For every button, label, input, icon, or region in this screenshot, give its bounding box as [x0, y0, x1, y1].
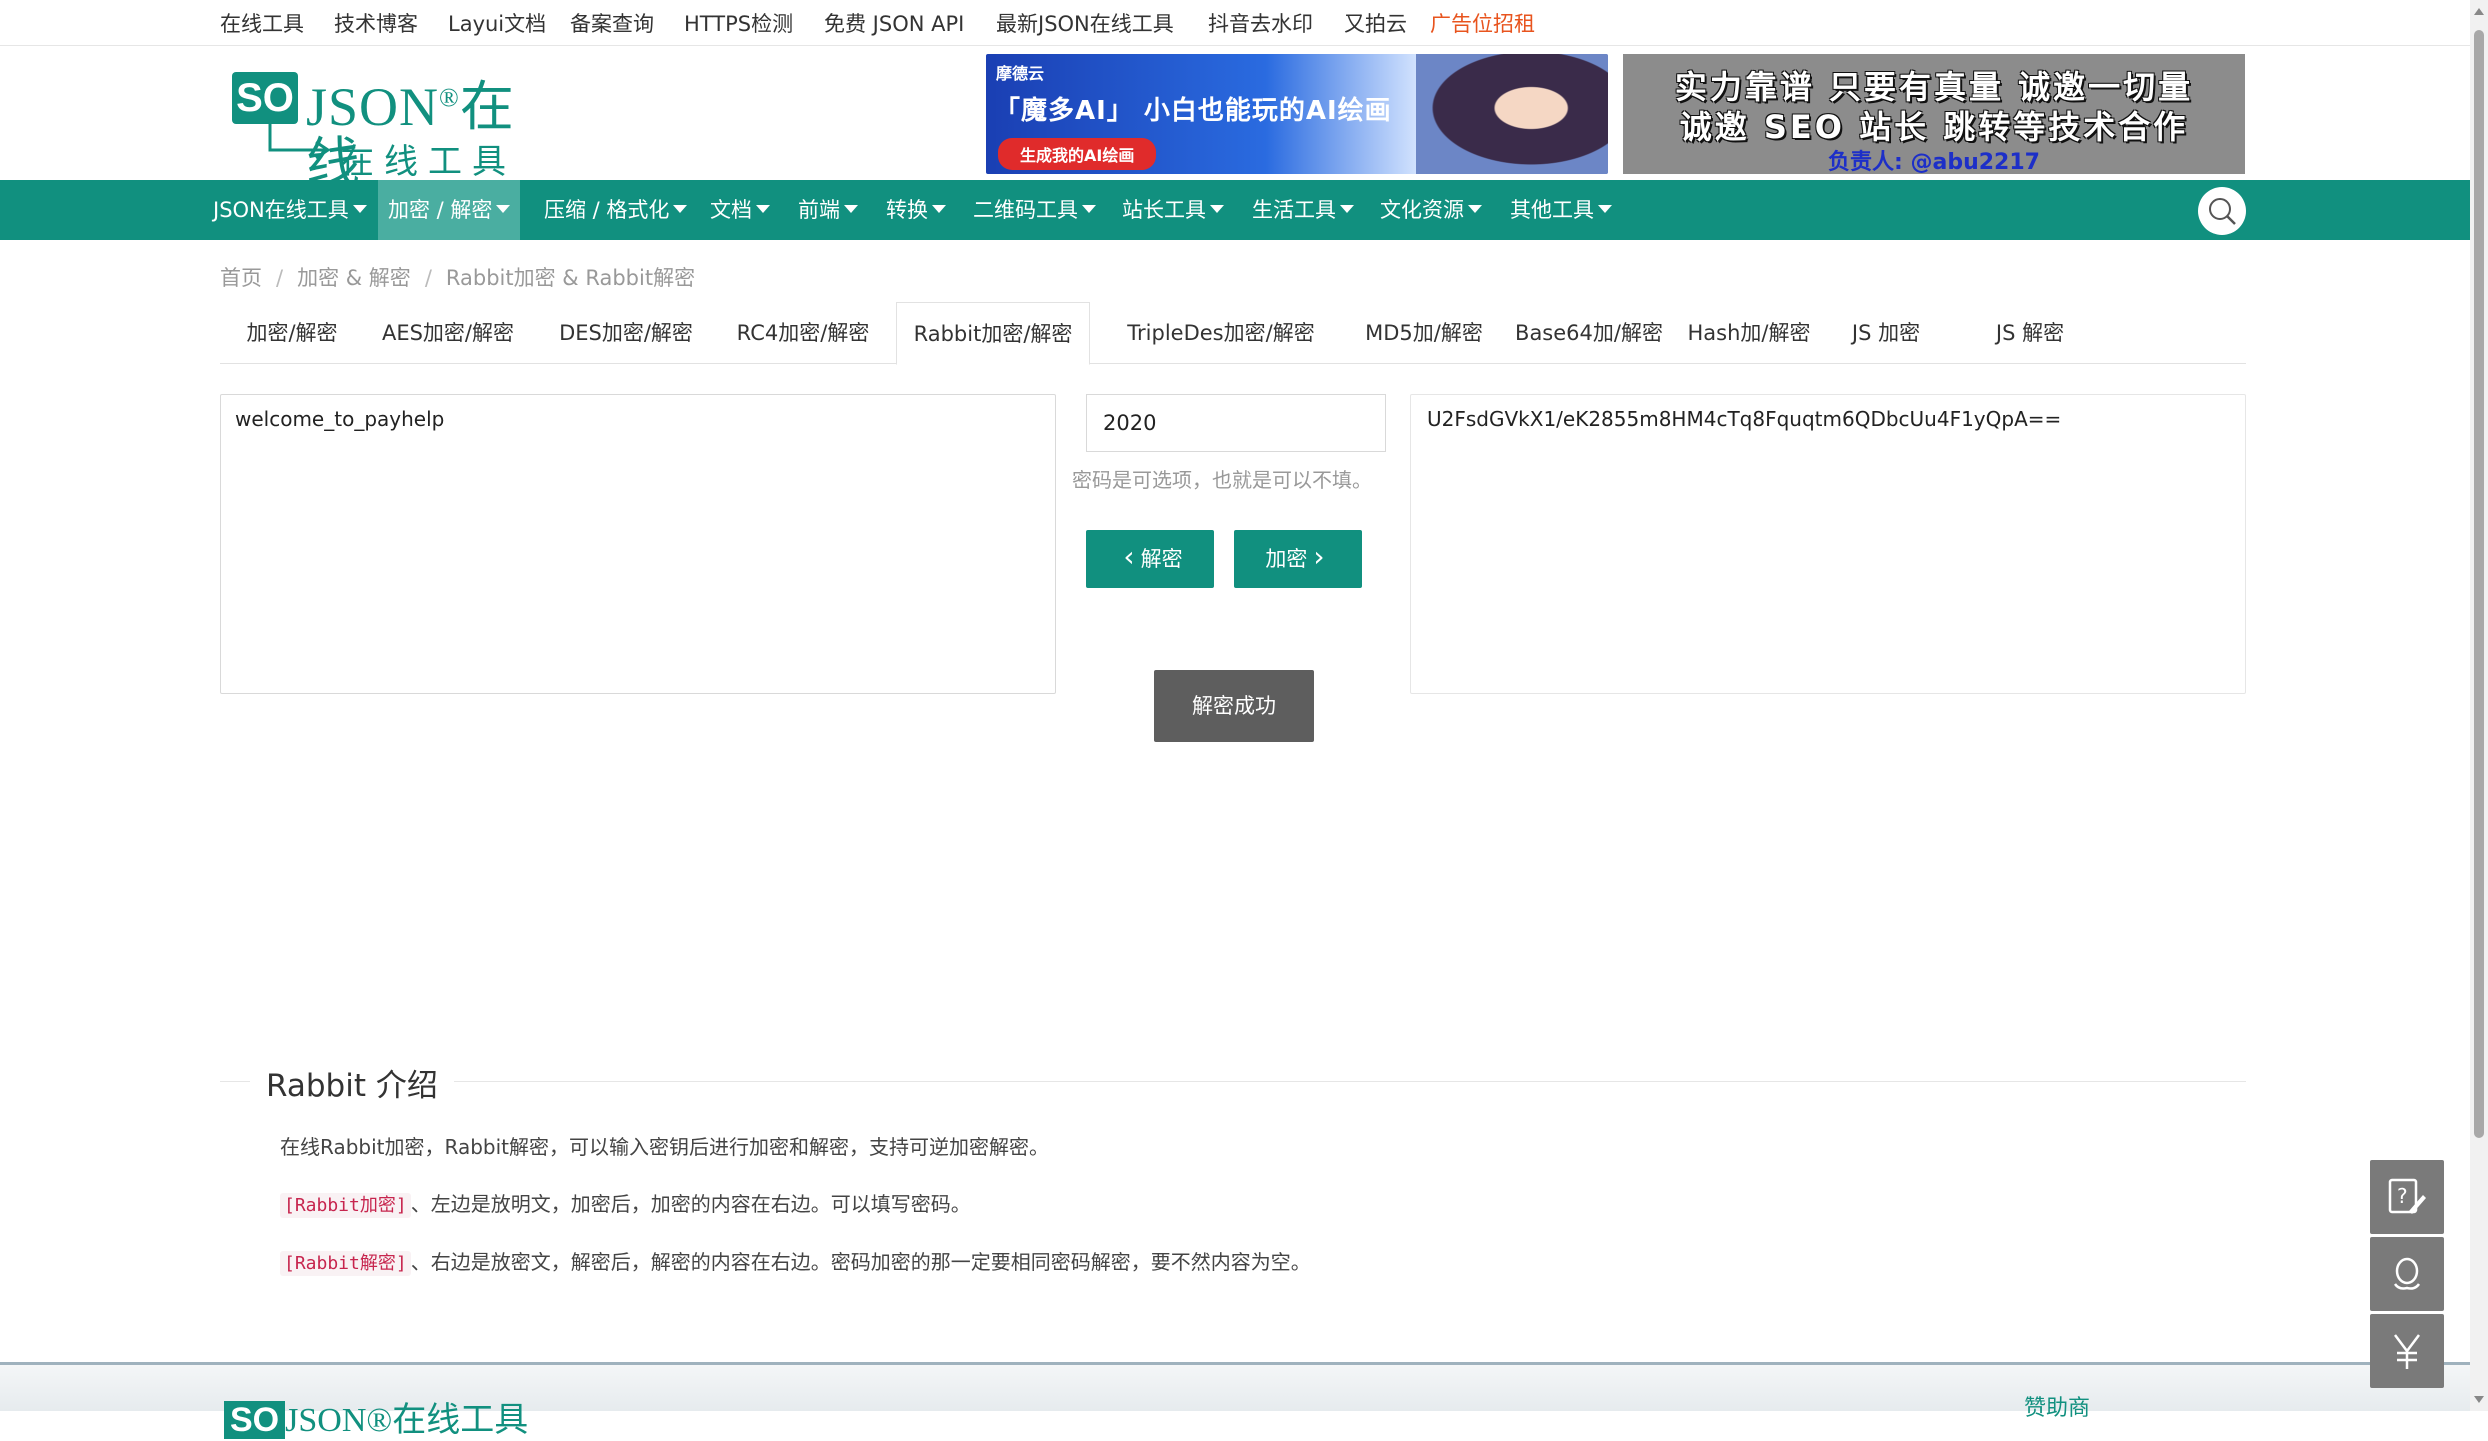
- toplink-douyin-watermark[interactable]: 抖音去水印: [1208, 8, 1313, 38]
- status-toast: 解密成功: [1154, 670, 1314, 742]
- chevron-left-icon: ‹: [1123, 540, 1135, 573]
- nav-encrypt-decrypt[interactable]: 加密 / 解密: [378, 180, 521, 240]
- chevron-down-icon: [1082, 205, 1096, 213]
- footer-logo[interactable]: SO JSON®在线工具: [224, 1392, 528, 1441]
- breadcrumb: 首页 / 加密 & 解密 / Rabbit加密 & Rabbit解密: [220, 262, 695, 292]
- chevron-down-icon: [1210, 205, 1224, 213]
- intro-paragraph-2: [Rabbit加密] 、左边是放明文，加密后，加密的内容在右边。可以填写密码。: [280, 1188, 971, 1218]
- breadcrumb-current: Rabbit加密 & Rabbit解密: [445, 266, 696, 290]
- decrypt-button[interactable]: ‹ 解密: [1086, 530, 1214, 588]
- yen-icon: [2394, 1334, 2420, 1369]
- password-hint: 密码是可选项，也就是可以不填。: [1072, 468, 1372, 492]
- scroll-up-arrow-icon[interactable]: [2474, 8, 2484, 15]
- nav-frontend[interactable]: 前端: [788, 180, 868, 240]
- svg-text:?: ?: [2397, 1184, 2408, 1208]
- banner-headline: 「魔多AI」 小白也能玩的AI绘画: [994, 96, 1392, 126]
- site-logo[interactable]: SO JSON®在线 在线工具箱: [228, 62, 548, 231]
- toplink-icp-lookup[interactable]: 备案查询: [570, 8, 654, 38]
- breadcrumb-separator: /: [424, 266, 432, 290]
- chevron-down-icon: [844, 205, 858, 213]
- tab-md5[interactable]: MD5加/解密: [1336, 302, 1512, 364]
- tab-js-encrypt[interactable]: JS 加密: [1816, 302, 1956, 364]
- tool-tabs: 加密/解密 AES加密/解密 DES加密/解密 RC4加密/解密 Rabbit加…: [220, 302, 2246, 365]
- nav-other-tools[interactable]: 其他工具: [1500, 180, 1622, 240]
- code-tag-rabbit-decrypt: [Rabbit解密]: [280, 1251, 411, 1276]
- nav-webmaster-tools[interactable]: 站长工具: [1112, 180, 1234, 240]
- intro-paragraph-1: 在线Rabbit加密，Rabbit解密，可以输入密钥后进行加密和解密，支持可逆加…: [280, 1135, 1050, 1159]
- nav-life-tools[interactable]: 生活工具: [1242, 180, 1364, 240]
- plaintext-textarea[interactable]: welcome_to_payhelp: [220, 394, 1056, 694]
- tab-js-decrypt[interactable]: JS 解密: [1960, 302, 2100, 364]
- ciphertext-textarea[interactable]: U2FsdGVkX1/eK2855m8HM4cTq8Fquqtm6QDbcUu4…: [1410, 394, 2246, 694]
- search-icon: [2209, 198, 2236, 225]
- chevron-down-icon: [1598, 205, 1612, 213]
- chevron-down-icon: [352, 205, 367, 213]
- donate-button[interactable]: [2370, 1314, 2444, 1388]
- banner2-line2: 诚邀 SEO 站长 跳转等技术合作: [1679, 108, 2189, 146]
- encrypt-button[interactable]: 加密 ›: [1234, 530, 1362, 588]
- nav-convert[interactable]: 转换: [876, 180, 956, 240]
- top-link-bar: 在线工具 技术博客 Layui文档 备案查询 HTTPS检测 免费 JSON A…: [0, 0, 2470, 46]
- password-input[interactable]: 2020: [1086, 394, 1386, 452]
- tab-hash[interactable]: Hash加/解密: [1660, 302, 1838, 364]
- logo-arrow-icon: [268, 122, 331, 160]
- main-nav: JSON在线工具 加密 / 解密 压缩 / 格式化 文档 前端 转换 二维码工具…: [0, 180, 2470, 240]
- scroll-down-arrow-icon[interactable]: [2474, 1396, 2484, 1403]
- nav-qrcode-tools[interactable]: 二维码工具: [963, 180, 1106, 240]
- banner-illustration: [1416, 54, 1608, 174]
- toplink-https-check[interactable]: HTTPS检测: [684, 8, 793, 38]
- intro-divider: [220, 1081, 2246, 1082]
- breadcrumb-category[interactable]: 加密 & 解密: [297, 266, 411, 290]
- chevron-down-icon: [496, 205, 511, 213]
- code-tag-rabbit-encrypt: [Rabbit加密]: [280, 1193, 411, 1218]
- feedback-icon: ?: [2388, 1178, 2426, 1214]
- nav-json-tools[interactable]: JSON在线工具: [203, 180, 377, 240]
- breadcrumb-separator: /: [276, 266, 284, 290]
- chevron-down-icon: [932, 205, 946, 213]
- search-button[interactable]: [2198, 187, 2246, 235]
- chevron-down-icon: [1468, 205, 1482, 213]
- tab-tripledes[interactable]: TripleDes加密/解密: [1100, 302, 1342, 364]
- toplink-upyun[interactable]: 又拍云: [1344, 8, 1407, 38]
- feedback-button[interactable]: ?: [2370, 1160, 2444, 1234]
- toplink-ad-rental[interactable]: 广告位招租: [1430, 8, 1535, 38]
- nav-compress-format[interactable]: 压缩 / 格式化: [534, 180, 697, 240]
- qq-contact-button[interactable]: [2370, 1237, 2444, 1311]
- banner-cta-button[interactable]: 生成我的AI绘画: [998, 138, 1157, 170]
- scrollbar-thumb[interactable]: [2474, 30, 2484, 1138]
- chevron-right-icon: ›: [1313, 540, 1325, 573]
- banner2-contact: 负责人: @abu2217: [1828, 150, 2040, 175]
- chevron-down-icon: [756, 205, 770, 213]
- tab-rc4[interactable]: RC4加密/解密: [726, 302, 880, 364]
- ad-banner-seo[interactable]: 实力靠谱 只要有真量 诚邀一切量 诚邀 SEO 站长 跳转等技术合作 负责人: …: [1623, 54, 2245, 175]
- header: SO JSON®在线 在线工具箱 摩德云 「魔多AI」 小白也能玩的AI绘画 生…: [0, 46, 2470, 231]
- toplink-tech-blog[interactable]: 技术博客: [334, 8, 418, 38]
- footer-sponsor-link[interactable]: 赞助商: [2024, 1390, 2090, 1422]
- toplink-layui-docs[interactable]: Layui文档: [448, 8, 546, 38]
- toplink-online-tools[interactable]: 在线工具: [220, 8, 304, 38]
- tab-des[interactable]: DES加密/解密: [548, 302, 704, 364]
- qq-icon: [2393, 1257, 2421, 1290]
- page-scrollbar[interactable]: [2470, 0, 2488, 1411]
- chevron-down-icon: [673, 205, 688, 213]
- toplink-latest-json-tool[interactable]: 最新JSON在线工具: [996, 8, 1174, 38]
- tab-aes[interactable]: AES加密/解密: [370, 302, 526, 364]
- ad-banner-modo-ai[interactable]: 摩德云 「魔多AI」 小白也能玩的AI绘画 生成我的AI绘画: [986, 54, 1608, 174]
- nav-culture-resources[interactable]: 文化资源: [1370, 180, 1492, 240]
- toplink-free-json-api[interactable]: 免费 JSON API: [824, 8, 964, 38]
- breadcrumb-home[interactable]: 首页: [220, 266, 262, 290]
- tab-encrypt-decrypt[interactable]: 加密/解密: [220, 302, 364, 364]
- logo-so-mark: SO: [232, 72, 298, 124]
- intro-title: Rabbit 介绍: [250, 1060, 454, 1105]
- tab-rabbit[interactable]: Rabbit加密/解密: [896, 302, 1090, 365]
- chevron-down-icon: [1340, 205, 1354, 213]
- nav-docs[interactable]: 文档: [700, 180, 780, 240]
- intro-paragraph-3: [Rabbit解密] 、右边是放密文，解密后，解密的内容在右边。密码加密的那一定要…: [280, 1246, 1311, 1276]
- banner-brand: 摩德云: [996, 64, 1045, 83]
